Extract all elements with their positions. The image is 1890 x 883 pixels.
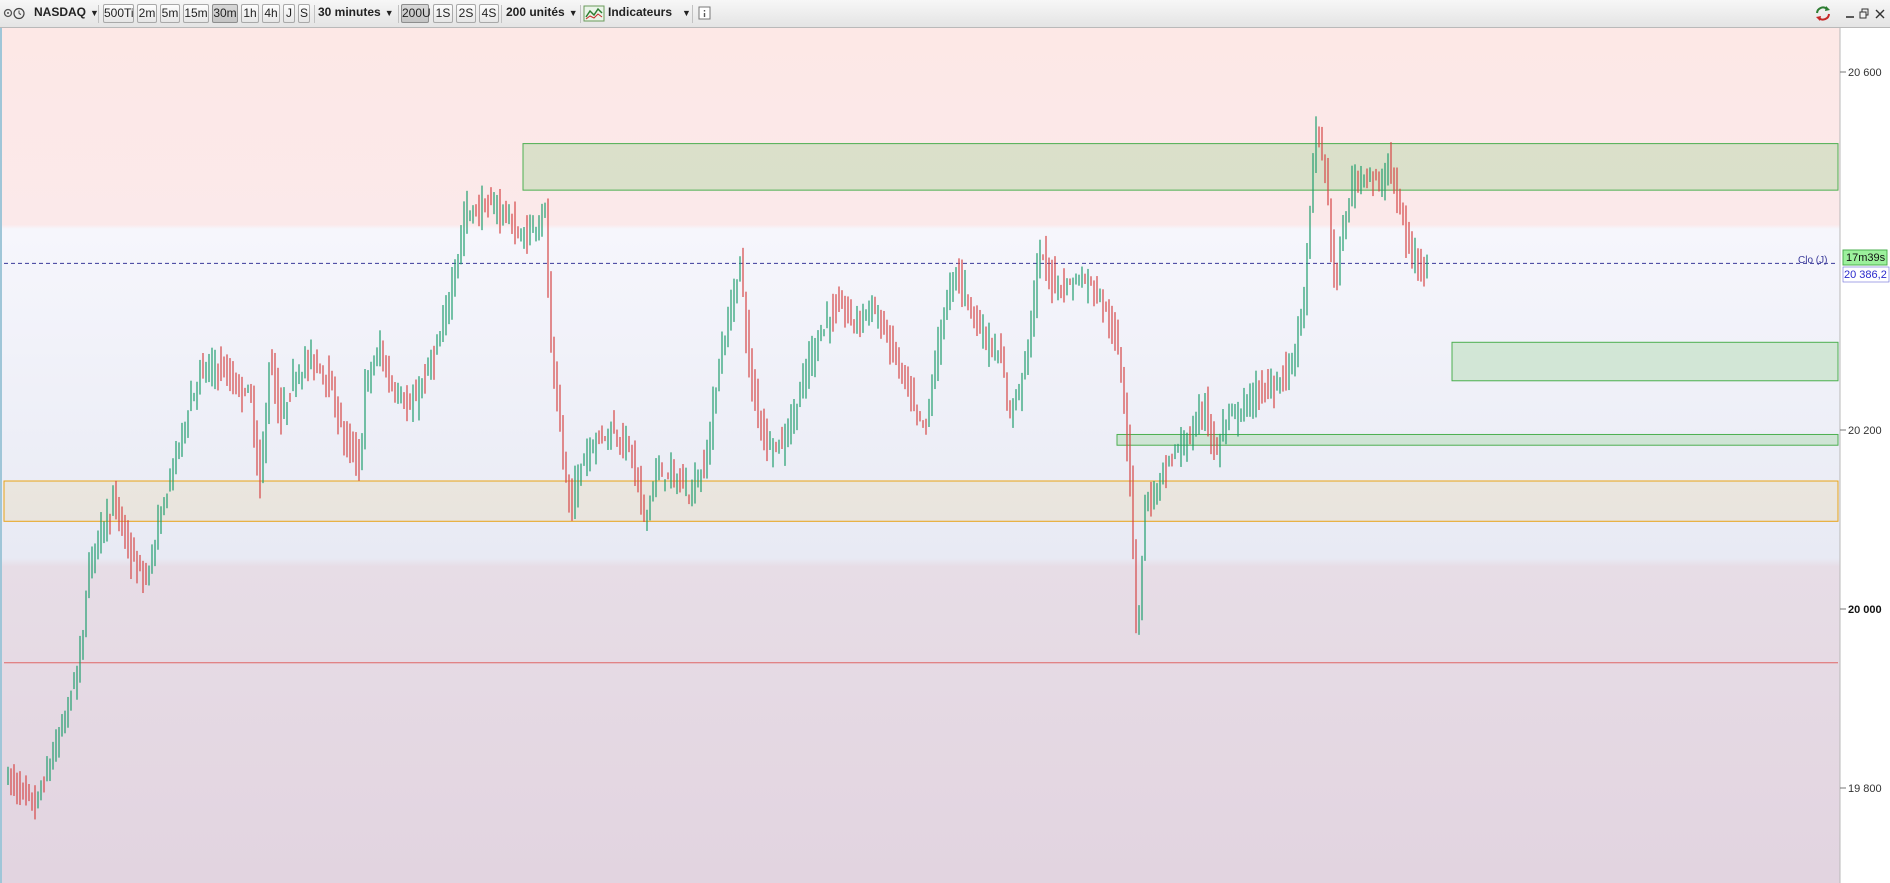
instrument-label: NASDAQ bbox=[34, 5, 87, 19]
restore-icon[interactable] bbox=[1858, 4, 1870, 23]
timeframe-button-j[interactable]: J bbox=[283, 4, 295, 23]
timeframe-button-4h[interactable]: 4h bbox=[262, 4, 280, 23]
unit-button-4s[interactable]: 4S bbox=[479, 4, 499, 23]
timeframe-button-s[interactable]: S bbox=[298, 4, 310, 23]
zone-green[interactable] bbox=[522, 143, 1839, 191]
instrument-select[interactable]: NASDAQ ▼ bbox=[34, 4, 99, 23]
info-icon[interactable] bbox=[698, 4, 711, 23]
unit-button-1s[interactable]: 1S bbox=[433, 4, 453, 23]
price-chart[interactable]: 20 600 20 200 20 000 19 800 Clo (J) 17m3… bbox=[0, 28, 1890, 883]
close-icon[interactable] bbox=[1874, 4, 1886, 23]
zone-orange[interactable] bbox=[3, 480, 1839, 522]
price-tick-label: 20 000 bbox=[1848, 604, 1882, 616]
zone-green[interactable] bbox=[1451, 341, 1839, 382]
price-tick-label: 19 800 bbox=[1848, 783, 1882, 795]
price-tick-label: 20 200 bbox=[1848, 425, 1882, 437]
timeframe-button-15m[interactable]: 15m bbox=[183, 4, 209, 23]
units-select[interactable]: 200 unités ▼ bbox=[506, 4, 578, 23]
sync-icon[interactable] bbox=[1814, 4, 1832, 23]
indicators-dropdown[interactable]: ▼ bbox=[678, 4, 692, 23]
timeframe-button-2m[interactable]: 2m bbox=[137, 4, 157, 23]
period-select-label: 30 minutes bbox=[318, 5, 381, 19]
close-line-label: Clo (J) bbox=[1798, 255, 1827, 266]
price-axis-panel bbox=[1840, 28, 1890, 883]
timeframe-button-30m[interactable]: 30m bbox=[212, 4, 238, 23]
timeframe-button-1h[interactable]: 1h bbox=[241, 4, 259, 23]
units-select-label: 200 unités bbox=[506, 5, 565, 19]
chart-settings-icon[interactable] bbox=[3, 4, 13, 23]
price-tick-label: 20 600 bbox=[1848, 67, 1882, 79]
last-price-label: 20 386,2 bbox=[1844, 269, 1887, 281]
indicators-icon[interactable] bbox=[583, 4, 605, 23]
timeframe-button-500ti[interactable]: 500Ti bbox=[103, 4, 134, 23]
clock-icon[interactable] bbox=[13, 4, 25, 23]
unit-button-2s[interactable]: 2S bbox=[456, 4, 476, 23]
chart-toolbar: NASDAQ ▼ 500Ti 2m 5m 15m 30m 1h 4h J S 30… bbox=[0, 0, 1890, 28]
minimize-icon[interactable] bbox=[1844, 4, 1856, 23]
chevron-down-icon: ▼ bbox=[384, 8, 394, 18]
timeframe-button-5m[interactable]: 5m bbox=[160, 4, 180, 23]
period-select[interactable]: 30 minutes ▼ bbox=[318, 4, 396, 23]
countdown-timer: 17m39s bbox=[1846, 252, 1886, 264]
unit-button-200u[interactable]: 200U bbox=[401, 4, 431, 23]
chevron-down-icon: ▼ bbox=[568, 8, 578, 18]
zone-green[interactable] bbox=[1116, 433, 1839, 446]
chevron-down-icon: ▼ bbox=[682, 8, 691, 18]
